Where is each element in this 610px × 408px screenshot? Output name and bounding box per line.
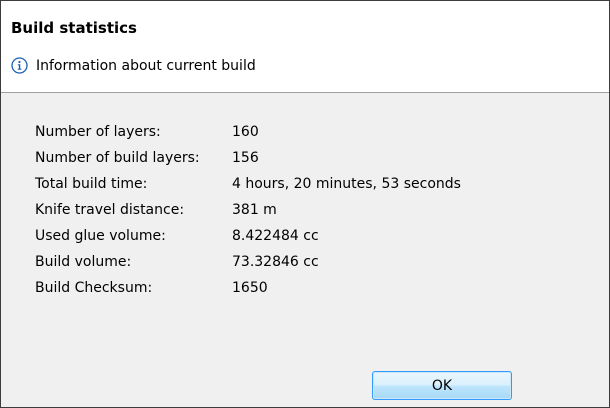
stat-row-build-volume: Build volume: 73.32846 cc <box>35 249 461 275</box>
build-statistics-dialog: Build statistics Information about curre… <box>0 0 610 408</box>
stat-row-number-of-layers: Number of layers: 160 <box>35 119 461 145</box>
stat-label: Knife travel distance: <box>35 202 185 218</box>
stat-label: Number of layers: <box>35 124 161 140</box>
stats-list: Number of layers: 160 Number of build la… <box>35 119 461 301</box>
ok-button[interactable]: OK <box>372 371 512 400</box>
stat-label: Build Checksum: <box>35 280 153 296</box>
stat-value: 1650 <box>232 280 268 296</box>
stat-value: 73.32846 cc <box>232 254 319 270</box>
info-circle-icon <box>11 57 28 74</box>
stat-label: Total build time: <box>35 176 148 192</box>
stat-value: 381 m <box>232 202 277 218</box>
dialog-title: Build statistics <box>11 19 137 37</box>
stat-row-knife-travel-distance: Knife travel distance: 381 m <box>35 197 461 223</box>
stat-row-number-of-build-layers: Number of build layers: 156 <box>35 145 461 171</box>
stat-label: Number of build layers: <box>35 150 200 166</box>
info-text: Information about current build <box>36 57 256 74</box>
stat-row-build-checksum: Build Checksum: 1650 <box>35 275 461 301</box>
stat-label: Used glue volume: <box>35 228 166 244</box>
stat-row-used-glue-volume: Used glue volume: 8.422484 cc <box>35 223 461 249</box>
stat-value: 160 <box>232 124 259 140</box>
stat-value: 8.422484 cc <box>232 228 319 244</box>
stat-label: Build volume: <box>35 254 132 270</box>
stat-value: 4 hours, 20 minutes, 53 seconds <box>232 176 461 192</box>
dialog-header: Build statistics Information about curre… <box>1 1 609 93</box>
stat-row-total-build-time: Total build time: 4 hours, 20 minutes, 5… <box>35 171 461 197</box>
info-message: Information about current build <box>11 57 256 74</box>
stat-value: 156 <box>232 150 259 166</box>
